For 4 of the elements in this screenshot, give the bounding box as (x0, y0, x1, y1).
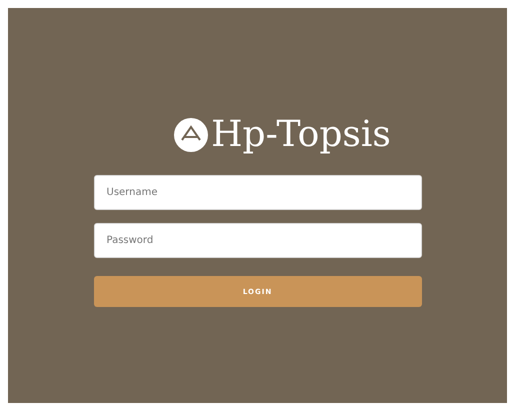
input-field[interactable]: Username (94, 175, 422, 210)
input-field[interactable]: Password (94, 223, 422, 258)
app-title: Hp-Topsis (211, 113, 391, 157)
logo-icon (174, 118, 208, 152)
